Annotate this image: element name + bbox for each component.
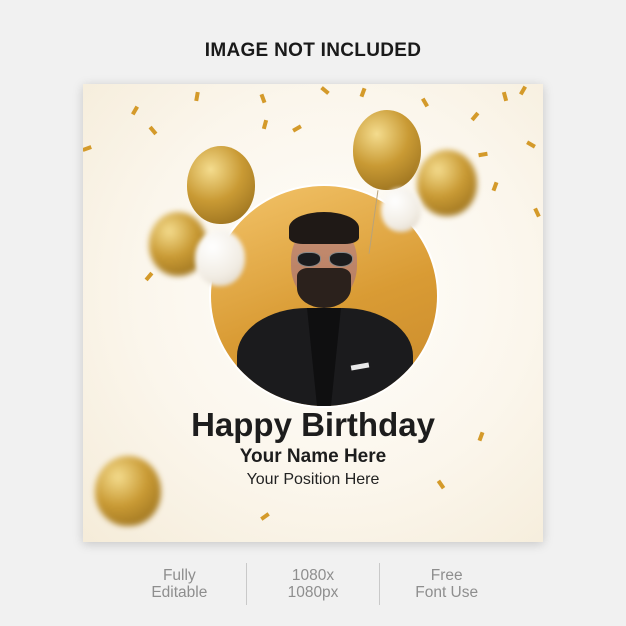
- position-text: Your Position Here: [246, 471, 380, 488]
- feature-item: Fully Editable: [113, 567, 246, 601]
- feature-item: 1080x 1080px: [247, 567, 380, 601]
- confetti-piece: [194, 91, 200, 102]
- feature-line: 1080x: [291, 567, 335, 584]
- confetti-piece: [359, 87, 367, 98]
- confetti-piece: [148, 125, 158, 136]
- confetti-piece: [533, 207, 541, 218]
- image-not-included-notice: IMAGE NOT INCLUDED: [204, 40, 422, 61]
- confetti-piece: [478, 151, 488, 158]
- confetti-piece: [131, 105, 139, 116]
- confetti-piece: [83, 145, 92, 152]
- gold-balloon: [187, 146, 255, 224]
- birthday-title: Happy Birthday: [191, 406, 435, 443]
- white-balloon: [195, 230, 245, 286]
- confetti-piece: [259, 93, 267, 104]
- feature-item: Free Font Use: [380, 567, 513, 601]
- feature-line: 1080px: [287, 584, 339, 601]
- confetti-piece: [421, 97, 429, 108]
- feature-line: Free: [430, 567, 463, 584]
- confetti-piece: [501, 91, 509, 102]
- confetti-piece: [292, 124, 302, 133]
- white-balloon: [381, 188, 421, 232]
- name-text: Your Name Here: [239, 446, 387, 467]
- sunglasses-icon: [297, 252, 353, 267]
- feature-line: Font Use: [415, 584, 479, 601]
- confetti-piece: [519, 85, 527, 96]
- confetti-piece: [470, 111, 480, 122]
- gold-balloon: [353, 110, 421, 190]
- birthday-post-card: Happy Birthday Your Name Here Your Posit…: [83, 84, 543, 542]
- person-hair: [289, 212, 359, 244]
- confetti-piece: [491, 181, 499, 192]
- person-beard: [297, 268, 351, 308]
- confetti-piece: [526, 140, 536, 149]
- confetti-piece: [261, 119, 269, 130]
- confetti-piece: [144, 271, 154, 282]
- gold-balloon: [417, 150, 477, 216]
- feature-line: Editable: [151, 584, 208, 601]
- feature-line: Fully: [162, 567, 196, 584]
- confetti-piece: [320, 86, 330, 95]
- feature-list: Fully Editable 1080x 1080px Free Font Us…: [113, 562, 513, 606]
- confetti-piece: [260, 512, 270, 521]
